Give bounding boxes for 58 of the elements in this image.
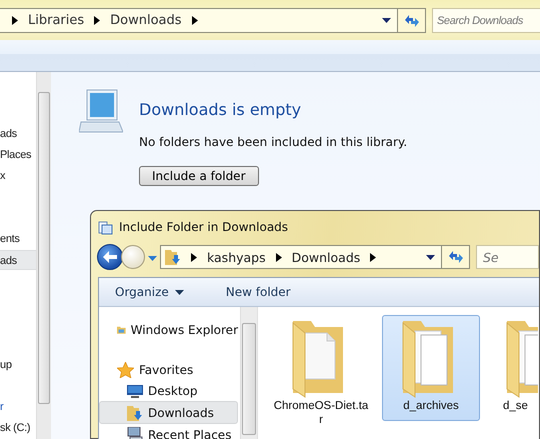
star-icon [117,362,134,378]
refresh-button[interactable] [398,8,426,33]
nav-header[interactable]: r [0,397,36,417]
nav-item[interactable]: Recent Places [99,424,238,439]
nav-item[interactable]: x [0,166,36,186]
organize-menu[interactable]: Organize [109,282,190,302]
breadcrumb-arrow-icon[interactable] [370,252,376,262]
monitor-icon [127,384,143,398]
folder-item[interactable]: d_se [492,315,539,421]
nav-item[interactable]: sk (C:) [0,418,36,438]
nav-item[interactable]: up [0,355,36,375]
breadcrumb-arrow-icon[interactable] [192,16,198,25]
folder-name: ChromeOS-Diet.ta r [274,399,368,427]
new-folder-button[interactable]: New folder [220,282,297,302]
folder-name: d_se [503,399,528,413]
history-dropdown-icon[interactable] [148,256,157,261]
address-bar[interactable]: kashyaps Downloads [160,245,442,269]
search-field[interactable]: Search Downloads [432,8,540,33]
nav-item[interactable]: Windows Explorer [99,319,238,340]
search-field[interactable]: Se [476,245,539,269]
folder-item[interactable]: d_archives [382,315,480,421]
nav-label: Downloads [148,406,214,420]
nav-item[interactable]: Downloads [99,401,238,424]
window-title: Include Folder in Downloads [119,220,288,234]
nav-item[interactable]: Places [0,145,36,165]
recent-places-icon [127,427,143,439]
nav-item[interactable]: ents [0,229,36,249]
scrollbar[interactable] [240,307,257,439]
window-icon [97,218,113,234]
breadcrumb-arrow-icon[interactable] [94,16,100,25]
nav-item[interactable]: ads [0,124,36,144]
scrollbar[interactable] [36,72,51,439]
breadcrumb-arrow-icon[interactable] [12,16,18,25]
nav-label: Windows Explorer [130,322,238,336]
dropdown-arrow-icon[interactable] [382,18,390,23]
breadcrumb-arrow-icon[interactable] [191,252,197,262]
refresh-icon [404,14,420,28]
back-button[interactable] [97,244,123,270]
include-folder-button[interactable]: Include a folder [139,166,258,186]
nav-label: Favorites [139,362,194,376]
folder-name: d_archives [403,399,459,413]
back-arrow-icon [103,251,117,263]
nav-label: Desktop [148,384,198,398]
download-folder-icon [127,404,143,420]
address-bar[interactable]: Libraries Downloads [0,8,398,33]
empty-library-message: No folders have been included in this library. [139,135,408,149]
nav-item[interactable]: Favorites [99,359,238,380]
breadcrumb-arrow-icon[interactable] [276,252,282,262]
nav-item[interactable]: Desktop [99,380,238,401]
folder-item[interactable]: ChromeOS-Diet.ta r [272,315,370,431]
download-folder-icon [165,249,181,265]
empty-library-title: Downloads is empty [139,100,302,119]
refresh-icon [448,250,464,264]
refresh-button[interactable] [442,245,470,269]
nav-item[interactable]: ads [0,250,36,270]
nav-label: Recent Places [148,428,232,439]
caret-icon[interactable] [174,290,184,294]
dropdown-arrow-icon[interactable] [426,254,434,260]
